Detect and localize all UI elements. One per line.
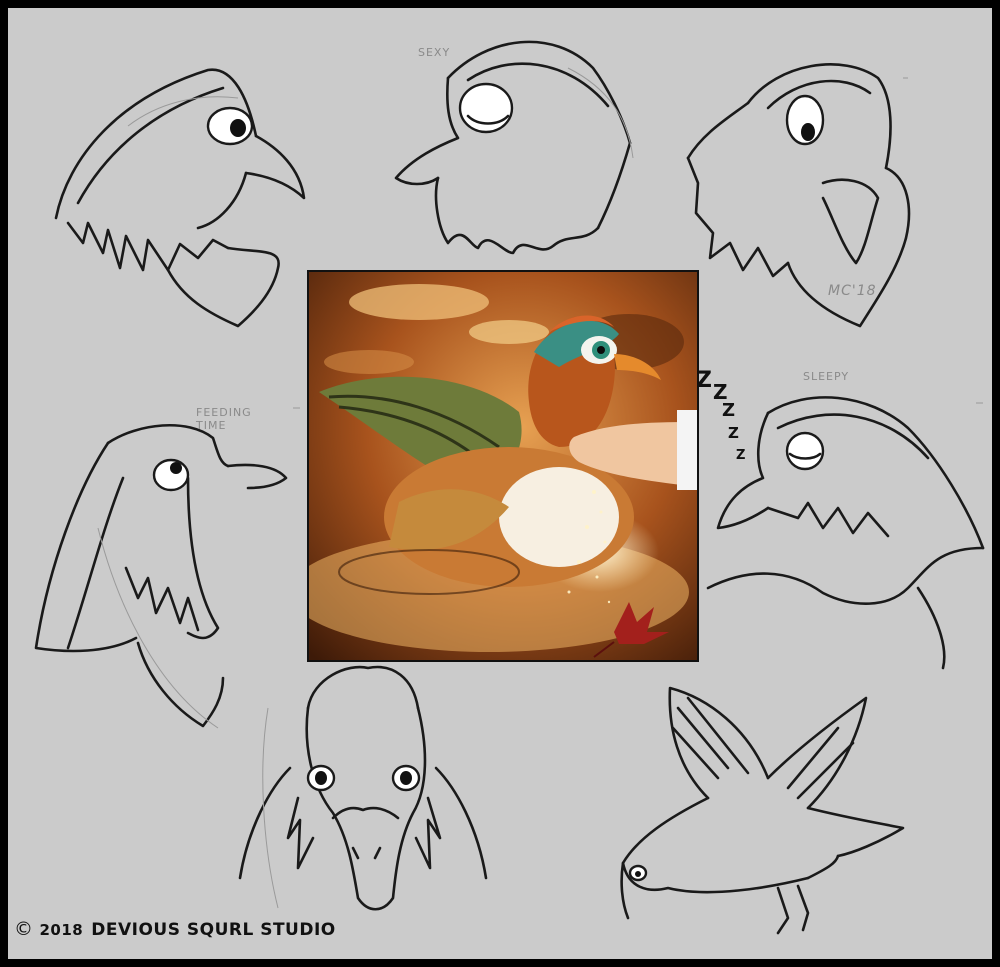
label-sexy: SEXY bbox=[418, 46, 451, 59]
artist-signature: MC'18 bbox=[828, 283, 877, 299]
copyright-year: 2018 bbox=[39, 921, 84, 939]
duck-head-sketch-sleepy bbox=[706, 396, 985, 670]
sleep-z-1: Z bbox=[696, 368, 712, 393]
copyright-symbol: © bbox=[14, 918, 34, 940]
sleep-z-5: Z bbox=[736, 448, 746, 463]
studio-name: DEVIOUS SQURL STUDIO bbox=[91, 920, 336, 940]
label-feeding-time: FEEDING TIME bbox=[196, 406, 252, 432]
sleep-z-4: Z bbox=[728, 424, 739, 442]
mandarin-duck-painting bbox=[307, 270, 699, 662]
duck-head-sketch-feeding-time bbox=[34, 423, 288, 729]
label-sleepy: SLEEPY bbox=[803, 370, 850, 383]
duck-body-sketch-flying bbox=[620, 686, 905, 935]
sketch-sheet: SEXY FEEDING TIME SLEEPY MC'18 Z Z Z Z Z… bbox=[8, 8, 992, 959]
copyright-credit: © 2018 DEVIOUS SQURL STUDIO bbox=[14, 918, 336, 940]
sleep-z-3: Z bbox=[722, 400, 736, 421]
duck-head-sketch-sexy bbox=[394, 40, 634, 255]
duck-head-sketch-curious bbox=[54, 68, 306, 328]
duck-head-sketch-front bbox=[238, 665, 488, 911]
